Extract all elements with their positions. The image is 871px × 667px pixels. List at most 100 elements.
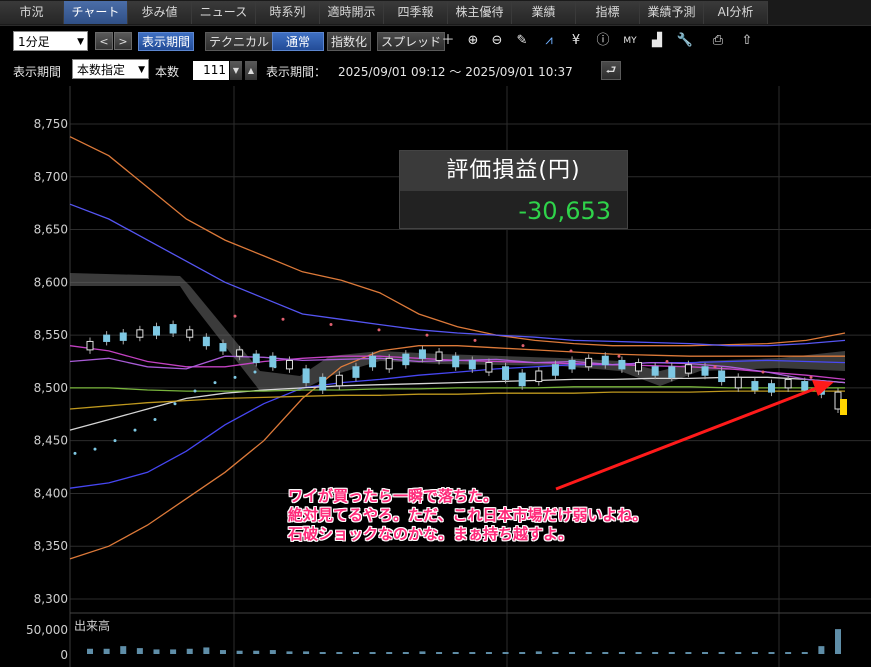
volume-bar <box>203 647 210 654</box>
pencil-icon[interactable]: ✎ <box>512 32 532 51</box>
annotation-line-2: 絶対見てるやろ。ただ、これ日本市場だけ弱いよね。 <box>288 506 648 524</box>
candle-body <box>734 376 742 389</box>
volume-bar <box>552 652 559 654</box>
tab-market[interactable]: 市況 <box>0 1 64 24</box>
trend-line-icon[interactable]: ⩘ <box>539 32 559 51</box>
count-input[interactable]: 111 <box>193 61 229 80</box>
candle-body <box>269 355 277 368</box>
volume-label: 出来高 <box>74 618 110 633</box>
tab-news[interactable]: ニュース <box>192 1 256 24</box>
psar-dot <box>281 317 285 321</box>
info-icon[interactable]: ⓘ <box>593 32 613 51</box>
my-indicator-icon[interactable]: MY <box>620 32 640 51</box>
psar-dot <box>425 333 429 337</box>
psar-dot <box>521 344 525 348</box>
volume-bar <box>369 652 376 654</box>
candle-body <box>103 334 111 342</box>
technical-button[interactable]: テクニカル <box>205 32 274 51</box>
psar-dot <box>193 389 197 393</box>
yen-icon[interactable]: ¥ <box>566 32 586 51</box>
psar-dot <box>173 402 177 406</box>
price-tick-label: 8,750 <box>34 117 68 131</box>
zoom-in-icon[interactable]: ⊕ <box>463 32 483 51</box>
period-label: 表示期間 <box>13 65 62 79</box>
normal-button[interactable]: 通常 <box>272 32 324 51</box>
volume-bar <box>253 650 260 654</box>
tab-chart[interactable]: チャート <box>64 1 128 24</box>
candle-body <box>119 332 127 341</box>
volume-bar <box>835 629 841 654</box>
volume-bar <box>402 652 409 654</box>
tab-forecast[interactable]: 業績予測 <box>640 1 704 24</box>
range-label: 表示期間： <box>266 65 327 79</box>
export-icon[interactable]: ⇧ <box>737 32 757 51</box>
tab-indicators[interactable]: 指標 <box>576 1 640 24</box>
psar-dot <box>113 439 117 443</box>
psar-dot <box>153 418 157 422</box>
tab-ticks[interactable]: 歩み値 <box>128 1 192 24</box>
period-mode-select[interactable]: 本数指定 ▼ <box>72 59 149 79</box>
zoom-out-icon[interactable]: ⊖ <box>487 32 507 51</box>
prev-button[interactable]: < <box>95 32 113 50</box>
chevron-down-icon: ▼ <box>77 37 84 47</box>
tab-benefits[interactable]: 株主優待 <box>448 1 512 24</box>
psar-dot <box>253 370 257 374</box>
candle-body <box>435 351 443 361</box>
candle-body <box>535 370 543 383</box>
psar-dot <box>73 451 77 455</box>
price-tick-label: 8,550 <box>34 328 68 342</box>
volume-bar <box>652 652 659 654</box>
candle-body <box>402 353 410 366</box>
spread-button[interactable]: スプレッド <box>377 32 446 51</box>
index-button[interactable]: 指数化 <box>327 32 372 51</box>
tab-timeseries[interactable]: 時系列 <box>256 1 320 24</box>
next-button[interactable]: > <box>114 32 132 50</box>
candle-body <box>618 359 626 370</box>
annotation-line-1: ワイが買ったら一瞬で落ちた。 <box>288 487 499 505</box>
volume-bar <box>269 650 276 654</box>
psar-dot <box>713 365 717 369</box>
psar-dot <box>569 349 573 353</box>
annotation-text: ワイが買ったら一瞬で落ちた。 絶対見てるやろ。ただ、これ日本市場だけ弱いよね。 … <box>288 487 647 544</box>
price-tick-label: 8,350 <box>34 539 68 553</box>
price-tick-label: 8,600 <box>34 275 68 289</box>
candle-body <box>668 366 676 378</box>
wrench-icon[interactable]: 🔧 <box>675 32 695 51</box>
area-chart-icon[interactable]: ▟ <box>647 32 667 51</box>
period-mode-value: 本数指定 <box>77 63 126 77</box>
psar-dot <box>329 323 333 327</box>
psar-dot <box>761 370 765 374</box>
volume-bar <box>153 649 160 654</box>
candle-body <box>236 349 244 357</box>
candle-body <box>319 376 327 391</box>
top-tab-bar: 市況 チャート 歩み値 ニュース 時系列 適時開示 四季報 株主優待 業績 指標… <box>0 0 871 26</box>
interval-select[interactable]: 1分足 ▼ <box>13 31 88 51</box>
volume-bar <box>818 646 825 654</box>
count-increment-button[interactable]: ▲ <box>245 61 257 80</box>
volume-bar <box>768 652 775 654</box>
annotation-line-3: 石破ショックなのかな。まぁ持ち越すよ。 <box>288 525 574 543</box>
range-value: 2025/09/01 09:12 ～ 2025/09/01 10:37 <box>338 65 573 79</box>
return-icon[interactable]: ⮐ <box>601 61 621 80</box>
candle-body <box>418 349 426 359</box>
count-decrement-button[interactable]: ▼ <box>230 61 242 80</box>
print-icon[interactable]: ⎙ <box>708 32 728 51</box>
psar-dot <box>377 328 381 332</box>
volume-bar <box>735 652 742 654</box>
candle-body <box>651 366 659 376</box>
interval-value: 1分足 <box>18 35 50 49</box>
tab-shikiho[interactable]: 四季報 <box>384 1 448 24</box>
plus-icon[interactable]: ＋ <box>438 32 458 51</box>
tab-disclosure[interactable]: 適時開示 <box>320 1 384 24</box>
candle-body <box>152 326 160 336</box>
volume-bar <box>485 652 492 654</box>
volume-bar <box>103 648 110 654</box>
tab-performance[interactable]: 業績 <box>512 1 576 24</box>
count-label: 本数 <box>155 65 180 79</box>
volume-bar <box>352 652 359 654</box>
volume-bar <box>685 652 692 654</box>
display-period-button[interactable]: 表示期間 <box>138 32 195 51</box>
volume-bar <box>535 651 542 654</box>
tab-ai-analysis[interactable]: AI分析 <box>704 1 768 24</box>
price-tick-label: 8,500 <box>34 381 68 395</box>
